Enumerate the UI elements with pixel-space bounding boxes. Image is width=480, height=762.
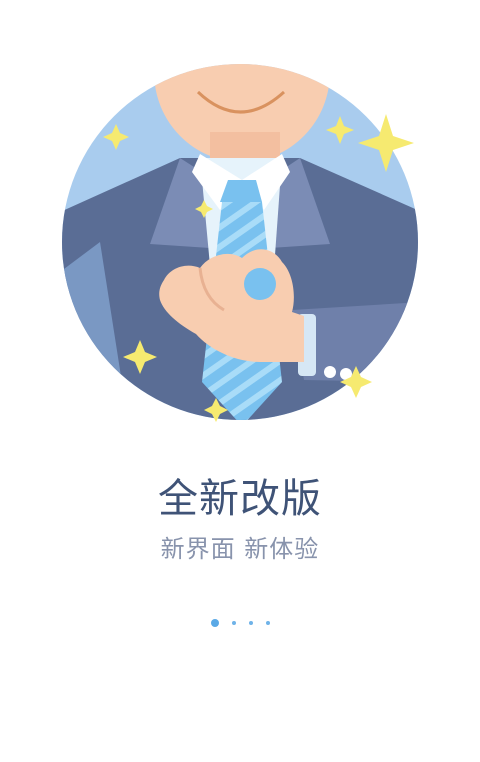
page-subtitle: 新界面 新体验 [160, 535, 320, 563]
page-title: 全新改版 [158, 476, 322, 522]
businessman-ok-gesture-icon [62, 64, 418, 422]
page-indicator [0, 615, 480, 631]
page-dot-3[interactable] [248, 621, 253, 625]
page-dot-4[interactable] [265, 621, 270, 625]
page-dot-1[interactable] [210, 619, 219, 627]
page-dot-2[interactable] [231, 621, 236, 625]
